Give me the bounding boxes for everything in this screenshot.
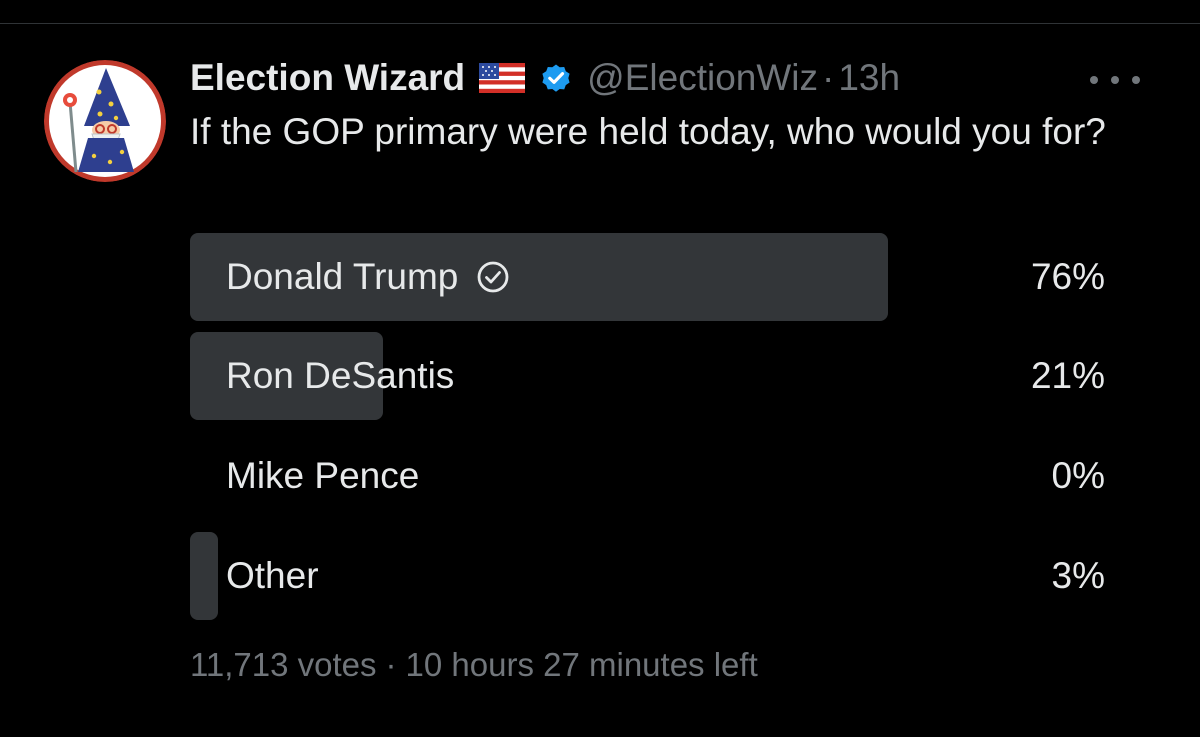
- poll-footer: 11,713 votes · 10 hours 27 minutes left: [190, 642, 758, 688]
- poll-option-label: Donald Trump: [226, 256, 459, 297]
- poll-option-label: Other: [226, 555, 319, 596]
- poll-option-label: Mike Pence: [226, 455, 420, 496]
- poll-result-bar: [190, 532, 218, 620]
- tweet-timestamp[interactable]: 13h: [838, 53, 900, 103]
- user-handle[interactable]: @ElectionWiz: [587, 53, 818, 103]
- poll-option[interactable]: Other 3%: [190, 532, 1108, 620]
- tweet-header: Election Wizard @ElectionWiz · 13h: [190, 53, 900, 103]
- avatar[interactable]: [44, 60, 166, 182]
- poll-option[interactable]: Mike Pence 0%: [190, 432, 1108, 520]
- poll-option-percent: 76%: [1030, 256, 1105, 297]
- tweet-text: If the GOP primary were held today, who …: [190, 111, 1106, 152]
- check-circle-icon: [476, 260, 510, 294]
- poll-option-percent: 0%: [1051, 455, 1105, 496]
- verified-badge-icon[interactable]: [539, 61, 573, 95]
- top-divider: [0, 23, 1200, 24]
- poll-option-percent: 3%: [1051, 555, 1105, 596]
- time-left: 10 hours 27 minutes left: [405, 646, 758, 683]
- vote-count: 11,713 votes: [190, 646, 377, 683]
- poll-option[interactable]: Ron DeSantis 21%: [190, 332, 1108, 420]
- poll-option[interactable]: Donald Trump 76%: [190, 233, 1108, 321]
- poll-option-percent: 21%: [1030, 355, 1105, 396]
- header-separator: ·: [822, 57, 835, 98]
- us-flag-icon: [479, 63, 526, 93]
- display-name[interactable]: Election Wizard: [190, 53, 465, 103]
- poll-option-label: Ron DeSantis: [226, 355, 455, 396]
- more-horizontal-icon[interactable]: [1090, 70, 1140, 90]
- footer-separator: ·: [385, 646, 397, 683]
- wizard-avatar-image: [44, 60, 166, 182]
